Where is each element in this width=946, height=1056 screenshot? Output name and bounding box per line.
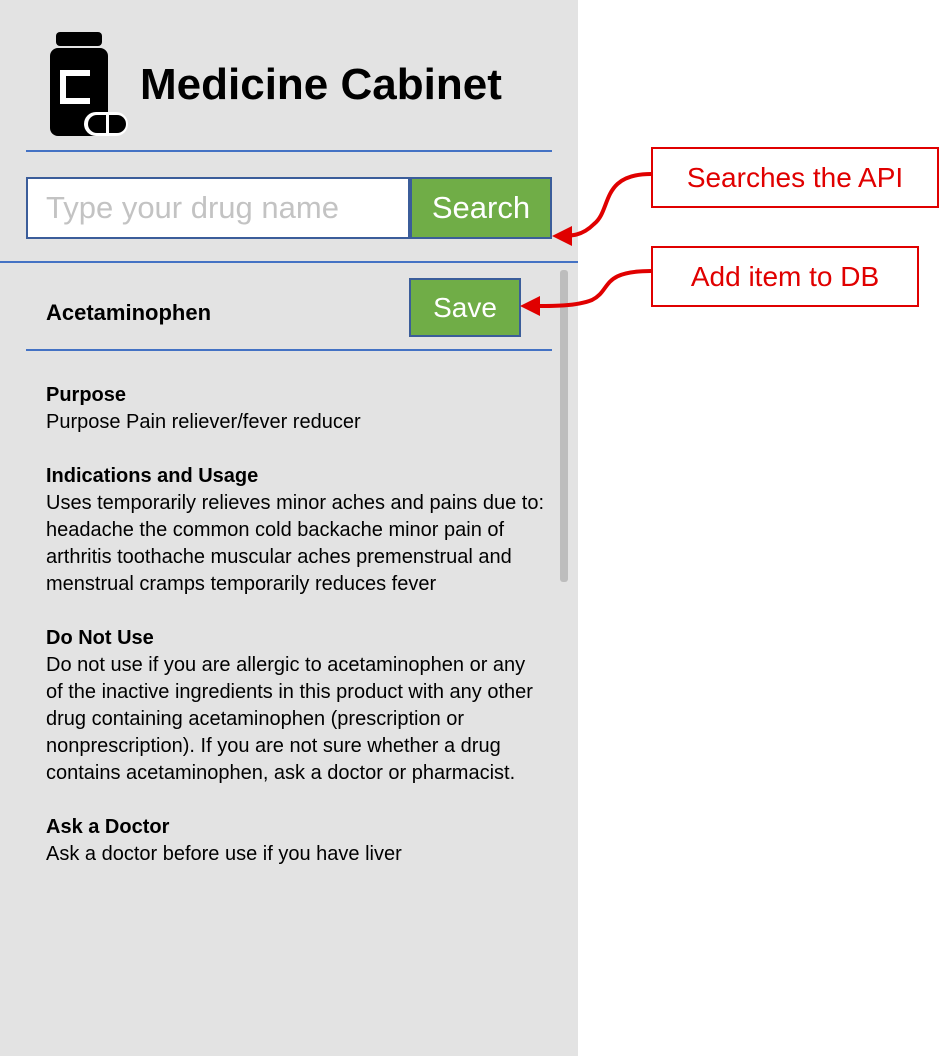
header-divider [26, 150, 552, 152]
section-body: Ask a doctor before use if you have live… [46, 843, 402, 865]
stage: Medicine Cabinet Search Acetaminophen Sa… [0, 0, 946, 1056]
section-heading: Ask a Doctor [46, 816, 170, 838]
app-title: Medicine Cabinet [140, 60, 502, 109]
drug-name: Acetaminophen [46, 300, 212, 325]
section-heading: Indications and Usage [46, 465, 259, 487]
search-button[interactable]: Search [410, 177, 552, 239]
section-body: Uses temporarily relieves minor aches an… [46, 492, 545, 595]
app-panel: Medicine Cabinet Search Acetaminophen Sa… [0, 0, 578, 1056]
save-button[interactable]: Save [409, 278, 521, 337]
scrollbar-thumb[interactable] [560, 270, 568, 582]
section-body: Do not use if you are allergic to acetam… [46, 654, 533, 784]
section-body: Purpose Pain reliever/fever reducer [46, 411, 361, 433]
section-indications: Indications and Usage Uses temporarily r… [46, 463, 546, 598]
save-callout: Add item to DB [651, 246, 919, 307]
section-purpose: Purpose Purpose Pain reliever/fever redu… [46, 382, 546, 436]
medicine-bottle-icon [50, 32, 128, 136]
section-ask-doctor: Ask a Doctor Ask a doctor before use if … [46, 814, 546, 868]
search-input[interactable] [26, 177, 410, 239]
item-divider [26, 349, 552, 351]
drug-details: Purpose Purpose Pain reliever/fever redu… [46, 382, 546, 895]
search-divider [0, 261, 578, 263]
section-heading: Purpose [46, 384, 127, 406]
search-callout: Searches the API [651, 147, 939, 208]
section-do-not-use: Do Not Use Do not use if you are allergi… [46, 625, 546, 787]
section-heading: Do Not Use [46, 627, 154, 649]
